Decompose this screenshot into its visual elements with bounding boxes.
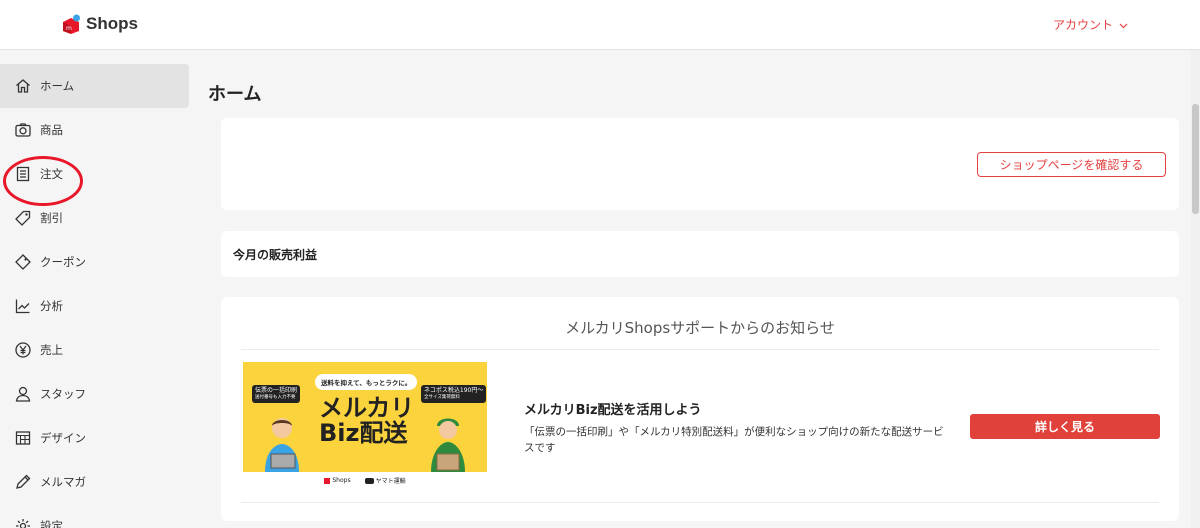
sidebar-item-staff[interactable]: スタッフ	[0, 372, 189, 416]
notice-headline: メルカリBiz配送を活用しよう	[524, 403, 702, 418]
person-illustration-right	[431, 418, 465, 472]
sidebar-item-discount[interactable]: 割引	[0, 196, 189, 240]
person-illustration-left	[265, 418, 299, 472]
tag-icon	[15, 210, 31, 226]
user-icon	[15, 386, 31, 402]
scrollbar-thumb[interactable]	[1192, 104, 1199, 214]
sidebar-item-coupon[interactable]: クーポン	[0, 240, 189, 284]
shops-logo[interactable]: m Shops	[60, 13, 138, 35]
shops-mini-logo-icon	[324, 477, 331, 484]
sidebar-item-label: 設定	[40, 519, 63, 528]
detail-button[interactable]: 詳しく見る	[970, 414, 1160, 439]
svg-text:m: m	[66, 25, 72, 32]
yamato-logo-icon	[364, 477, 374, 484]
biz-delivery-banner[interactable]: 送料を抑えて、もっとラクに。 伝票の一括印刷 送付番号も入力不要 ネコポス税込1…	[243, 362, 487, 489]
banner-right-bubble: ネコポス税込190円〜 全サイズ集荷無料	[421, 385, 487, 403]
account-menu[interactable]: アカウント	[1053, 16, 1128, 33]
sidebar-item-orders[interactable]: 注文	[0, 152, 189, 196]
gear-icon	[16, 519, 30, 528]
notice-card: メルカリShopsサポートからのお知らせ 送料を抑えて、もっとラクに。 伝票の一…	[221, 297, 1179, 521]
monthly-profit-label: 今月の販売利益	[233, 248, 318, 262]
sidebar-item-label: 売上	[40, 343, 63, 357]
divider	[241, 502, 1159, 503]
sidebar-item-label: クーポン	[40, 255, 86, 269]
account-label: アカウント	[1052, 18, 1113, 32]
home-icon	[16, 79, 30, 93]
pen-icon	[16, 474, 31, 489]
sidebar-item-label: デザイン	[40, 431, 86, 445]
sidebar-item-label: メルマガ	[40, 475, 86, 489]
shops-logo-icon: m	[60, 13, 82, 35]
chevron-down-icon	[1119, 18, 1128, 32]
design-icon	[15, 431, 31, 445]
yen-icon	[15, 342, 31, 358]
banner-main-text: メルカリ Biz配送	[319, 394, 415, 448]
banner-left-bubble: 伝票の一括印刷 送付番号も入力不要	[252, 385, 301, 403]
page-title: ホーム	[208, 84, 262, 105]
sidebar-item-label: 注文	[40, 167, 63, 181]
sidebar-item-sales[interactable]: 売上	[0, 328, 189, 372]
coupon-icon	[15, 254, 31, 270]
sidebar-item-analytics[interactable]: 分析	[0, 284, 189, 328]
monthly-profit-card: 今月の販売利益	[221, 231, 1179, 277]
sidebar-item-home[interactable]: ホーム	[0, 64, 189, 108]
sidebar-item-design[interactable]: デザイン	[0, 416, 189, 460]
sidebar-item-products[interactable]: 商品	[0, 108, 189, 152]
chart-icon	[15, 299, 30, 314]
notice-description: 「伝票の一括印刷」や「メルカリ特別配送料」が便利なショップ向けの新たな配送サービ…	[524, 426, 944, 455]
shop-page-card: ショップページを確認する	[221, 118, 1179, 210]
sidebar-item-label: スタッフ	[40, 387, 86, 401]
top-header: m Shops アカウント	[0, 0, 1200, 50]
banner-footer: Shops ヤマト運輸	[243, 472, 487, 489]
sidebar-item-settings[interactable]: 設定	[0, 504, 189, 528]
list-icon	[16, 166, 30, 182]
sidebar-item-label: 分析	[40, 299, 63, 313]
logo-text: Shops	[86, 14, 138, 33]
banner-top-bubble: 送料を抑えて、もっとラクに。	[315, 374, 418, 390]
notice-title: メルカリShopsサポートからのお知らせ	[565, 319, 835, 337]
scrollbar[interactable]	[1191, 50, 1200, 528]
shop-page-button[interactable]: ショップページを確認する	[977, 152, 1166, 177]
sidebar-item-label: 割引	[40, 211, 63, 225]
sidebar-item-label: ホーム	[40, 79, 75, 93]
sidebar-item-label: 商品	[40, 123, 63, 137]
sidebar: ホーム 商品 注文 割引 クーポン 分析 売上 スタッフ デザイン メルマガ 設…	[0, 50, 190, 528]
camera-icon	[15, 123, 31, 137]
divider	[241, 349, 1159, 350]
sidebar-item-newsletter[interactable]: メルマガ	[0, 460, 189, 504]
